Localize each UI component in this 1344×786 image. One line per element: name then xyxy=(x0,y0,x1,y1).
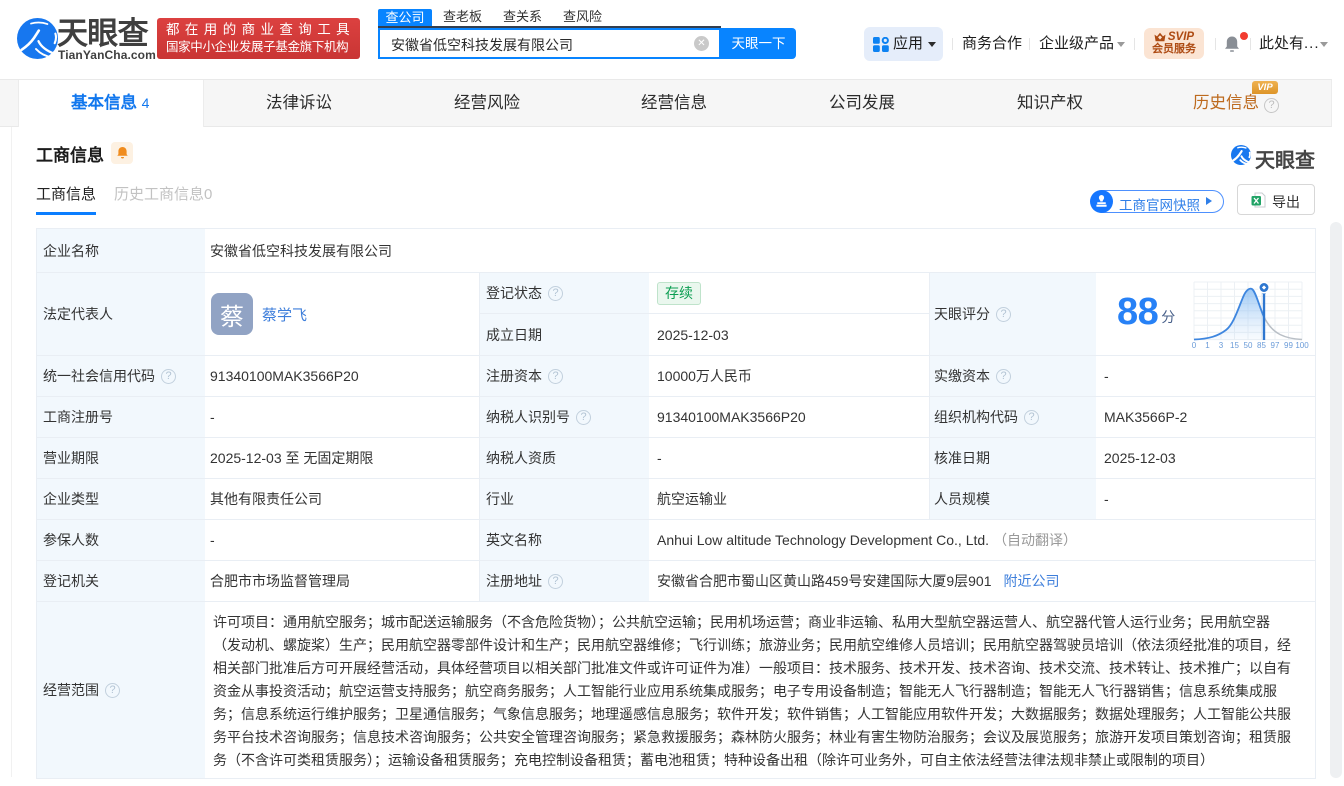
svg-text:0: 0 xyxy=(1192,341,1197,350)
svg-text:97: 97 xyxy=(1271,341,1280,350)
svg-text:50: 50 xyxy=(1244,341,1253,350)
svg-text:1: 1 xyxy=(1205,341,1210,350)
svg-text:3: 3 xyxy=(1219,341,1224,350)
svg-text:99: 99 xyxy=(1284,341,1293,350)
svg-text:100: 100 xyxy=(1295,341,1309,350)
svg-text:85: 85 xyxy=(1257,341,1266,350)
svg-text:15: 15 xyxy=(1230,341,1239,350)
